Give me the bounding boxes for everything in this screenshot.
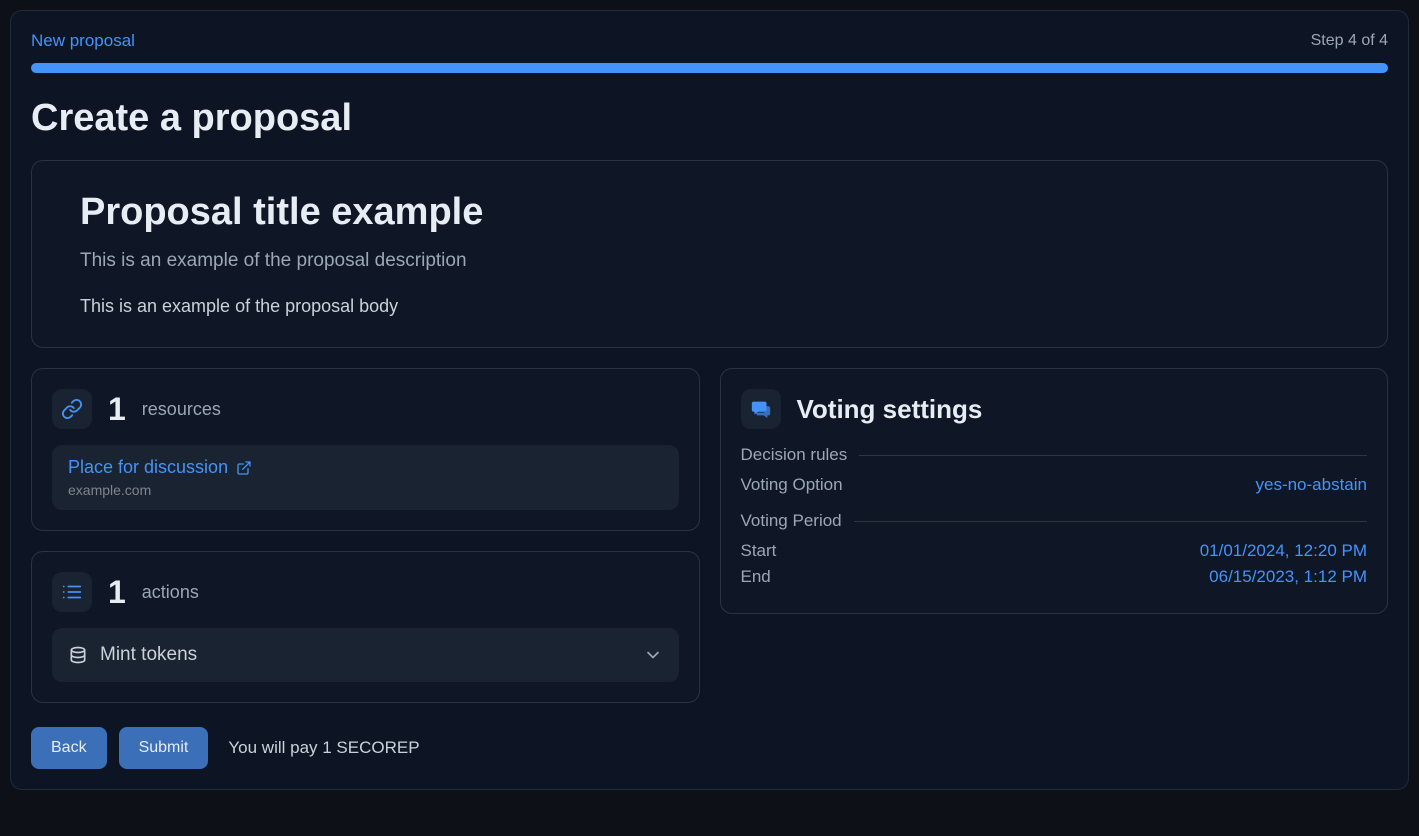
resources-card: 1 resources Place for discussion example… — [31, 368, 700, 531]
breadcrumb-new-proposal[interactable]: New proposal — [31, 31, 135, 51]
payment-note: You will pay 1 SECOREP — [228, 738, 419, 758]
back-button[interactable]: Back — [31, 727, 107, 769]
proposal-title: Proposal title example — [80, 191, 1339, 234]
step-indicator: Step 4 of 4 — [1311, 32, 1388, 50]
coins-icon — [68, 645, 88, 665]
divider — [854, 521, 1367, 522]
chat-icon — [741, 389, 781, 429]
voting-option-label: Voting Option — [741, 475, 843, 495]
resources-label: resources — [142, 399, 221, 420]
proposal-body: This is an example of the proposal body — [80, 296, 1339, 317]
resource-item[interactable]: Place for discussion example.com — [52, 445, 679, 510]
start-label: Start — [741, 541, 777, 561]
divider — [859, 455, 1367, 456]
resource-domain: example.com — [68, 482, 663, 498]
voting-option-value: yes-no-abstain — [1255, 475, 1367, 495]
chevron-down-icon — [643, 645, 663, 665]
proposal-description: This is an example of the proposal descr… — [80, 250, 1339, 272]
actions-label: actions — [142, 582, 199, 603]
external-link-icon — [236, 460, 252, 476]
action-name: Mint tokens — [100, 644, 197, 666]
resource-title: Place for discussion — [68, 457, 228, 478]
end-label: End — [741, 567, 771, 587]
voting-period-label: Voting Period — [741, 511, 842, 531]
proposal-preview-card: Proposal title example This is an exampl… — [31, 160, 1388, 348]
decision-rules-label: Decision rules — [741, 445, 848, 465]
end-value: 06/15/2023, 1:12 PM — [1209, 567, 1367, 587]
voting-settings-card: Voting settings Decision rules Voting Op… — [720, 368, 1389, 614]
list-icon — [52, 572, 92, 612]
actions-count: 1 — [108, 574, 126, 611]
voting-settings-title: Voting settings — [797, 394, 983, 425]
page-title: Create a proposal — [31, 97, 1388, 140]
link-icon — [52, 389, 92, 429]
submit-button[interactable]: Submit — [119, 727, 209, 769]
action-item-mint-tokens[interactable]: Mint tokens — [52, 628, 679, 682]
actions-card: 1 actions Mint tokens — [31, 551, 700, 703]
progress-bar — [31, 63, 1388, 73]
resources-count: 1 — [108, 391, 126, 428]
start-value: 01/01/2024, 12:20 PM — [1200, 541, 1367, 561]
